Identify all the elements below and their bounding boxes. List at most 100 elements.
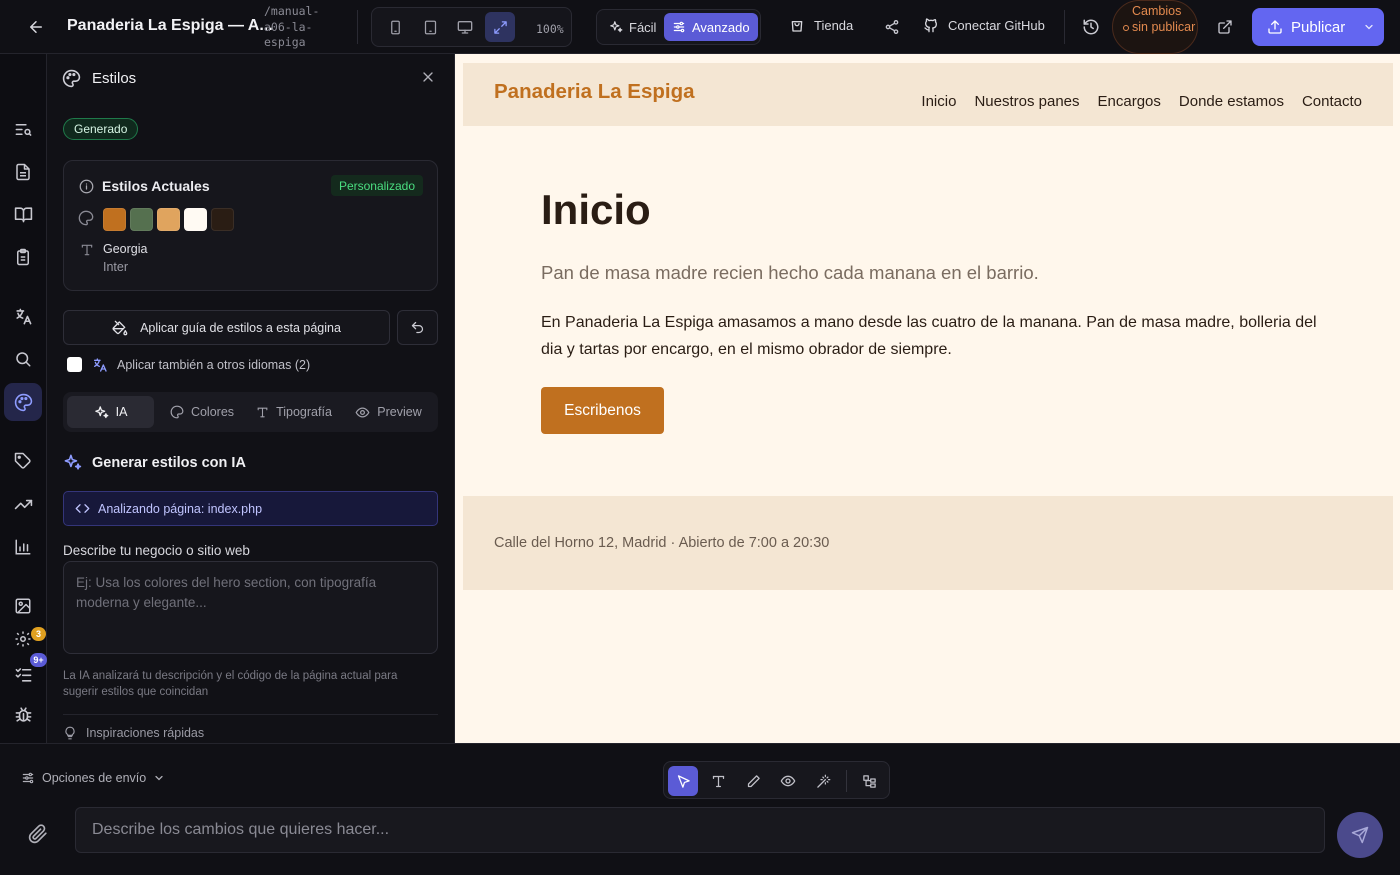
site-footer-text: Calle del Horno 12, Madrid · Abierto de … [494,535,830,551]
divider [63,714,438,715]
sidebar-item-analytics[interactable] [4,528,42,566]
publish-button[interactable]: Publicar [1252,8,1384,46]
color-swatch-primary[interactable] [103,208,126,231]
tab-colors[interactable]: Colores [159,396,245,428]
share-button[interactable] [880,15,904,39]
sidebar-item-search-pages[interactable] [4,110,42,148]
history-button[interactable] [1079,15,1103,39]
github-icon [923,17,939,33]
site-subheading: Pan de masa madre recien hecho cada mana… [541,262,1039,283]
list-search-icon [14,120,33,139]
fullscreen-view-button[interactable] [485,12,515,42]
sliders-icon [672,20,686,34]
undo-icon [410,320,425,335]
unsaved-changes-badge[interactable]: Cambios sin publicar [1112,0,1198,54]
color-swatch-accent[interactable] [157,208,180,231]
history-icon [1082,18,1100,36]
status-dot-icon [1123,25,1129,31]
sidebar-item-tasks[interactable] [4,238,42,276]
attach-file-button[interactable] [28,824,48,844]
sidebar-item-search[interactable] [4,340,42,378]
easy-mode-label: Fácil [629,19,657,35]
desktop-view-button[interactable] [450,12,480,42]
arrow-left-icon [27,18,45,36]
sidebar-item-debug[interactable] [4,695,42,733]
pencil-icon [746,774,761,789]
layers-tool-button[interactable] [854,766,884,796]
quick-inspirations-label: Inspiraciones rápidas [86,726,205,740]
site-heading: Inicio [541,186,651,233]
sidebar-item-trends[interactable] [4,485,42,523]
generated-badge: Generado [63,118,139,140]
site-logo[interactable]: Panaderia La Espiga [494,80,695,104]
site-header: Panaderia La Espiga Inicio Nuestros pane… [463,63,1393,126]
divider [357,10,358,44]
sidebar-item-files[interactable] [4,153,42,191]
site-nav-item[interactable]: Nuestros panes [974,93,1079,110]
ai-help-text: La IA analizará tu descripción y el códi… [63,670,398,698]
draw-tool-button[interactable] [738,766,768,796]
preview-tool-button[interactable] [773,766,803,796]
chevron-down-icon[interactable] [1363,21,1375,33]
tab-typography-label: Tipografía [276,405,332,419]
send-options-button[interactable]: Opciones de envío [21,771,165,785]
advanced-mode-label: Avanzado [692,19,750,35]
sidebar-item-docs[interactable] [4,195,42,233]
open-external-button[interactable] [1213,15,1237,39]
sidebar-rail: 3 9+ [0,54,47,743]
tab-typography[interactable]: Tipografía [249,396,339,428]
color-swatch-text[interactable] [211,208,234,231]
sidebar-item-styles[interactable] [4,383,42,421]
apply-other-languages-option[interactable]: Aplicar también a otros idiomas (2) [92,357,310,373]
apply-style-guide-button[interactable]: Aplicar guía de estilos a esta página [63,310,390,345]
site-body-text: En Panaderia La Espiga amasamos a mano d… [541,314,1317,358]
site-footer: Calle del Horno 12, Madrid · Abierto de … [463,496,1393,590]
easy-mode-button[interactable]: Fácil [601,13,664,41]
panel-header: Estilos [47,54,454,102]
zoom-level: 100% [536,22,564,36]
languages-icon [92,357,108,373]
smartphone-icon [388,20,403,35]
sidebar-item-tags[interactable] [4,442,42,480]
select-tool-button[interactable] [668,766,698,796]
cursor-icon [676,774,691,789]
sidebar-item-media[interactable] [4,587,42,625]
site-nav-item[interactable]: Encargos [1098,93,1161,110]
apply-other-languages-checkbox[interactable] [67,357,82,372]
current-styles-card: Estilos Actuales Personalizado Georgia I… [63,160,438,291]
site-nav-item[interactable]: Inicio [921,93,956,110]
connect-github-button[interactable]: Conectar GitHub [923,17,1045,33]
edit-tools [663,761,890,799]
publish-label: Publicar [1291,18,1346,36]
info-icon [79,179,94,194]
tab-preview[interactable]: Preview [343,396,434,428]
store-button[interactable]: Tienda [789,17,853,33]
project-title: Panaderia La Espiga — A... [67,17,273,34]
store-label: Tienda [814,17,854,33]
tag-icon [14,452,32,470]
send-button[interactable] [1337,812,1383,858]
mobile-view-button[interactable] [380,12,410,42]
color-swatch-secondary[interactable] [130,208,153,231]
back-button[interactable] [18,9,54,45]
tab-ai[interactable]: IA [67,396,154,428]
external-link-icon [1217,19,1233,35]
palette-icon [14,393,33,412]
eye-icon [355,405,370,420]
sidebar-item-translations[interactable] [4,297,42,335]
close-panel-button[interactable] [420,69,436,85]
book-open-icon [14,205,33,224]
describe-business-input[interactable] [63,561,438,654]
prompt-input[interactable] [75,807,1325,853]
advanced-mode-button[interactable]: Avanzado [664,13,758,41]
undo-styles-button[interactable] [397,310,438,345]
text-tool-button[interactable] [703,766,733,796]
site-nav-item[interactable]: Contacto [1302,93,1362,110]
quick-inspirations[interactable]: Inspiraciones rápidas [63,726,204,740]
site-nav-item[interactable]: Donde estamos [1179,93,1284,110]
tablet-view-button[interactable] [415,12,445,42]
palette-icon [78,210,94,226]
color-swatch-background[interactable] [184,208,207,231]
magic-tool-button[interactable] [808,766,838,796]
site-cta-button[interactable]: Escribenos [541,387,664,434]
